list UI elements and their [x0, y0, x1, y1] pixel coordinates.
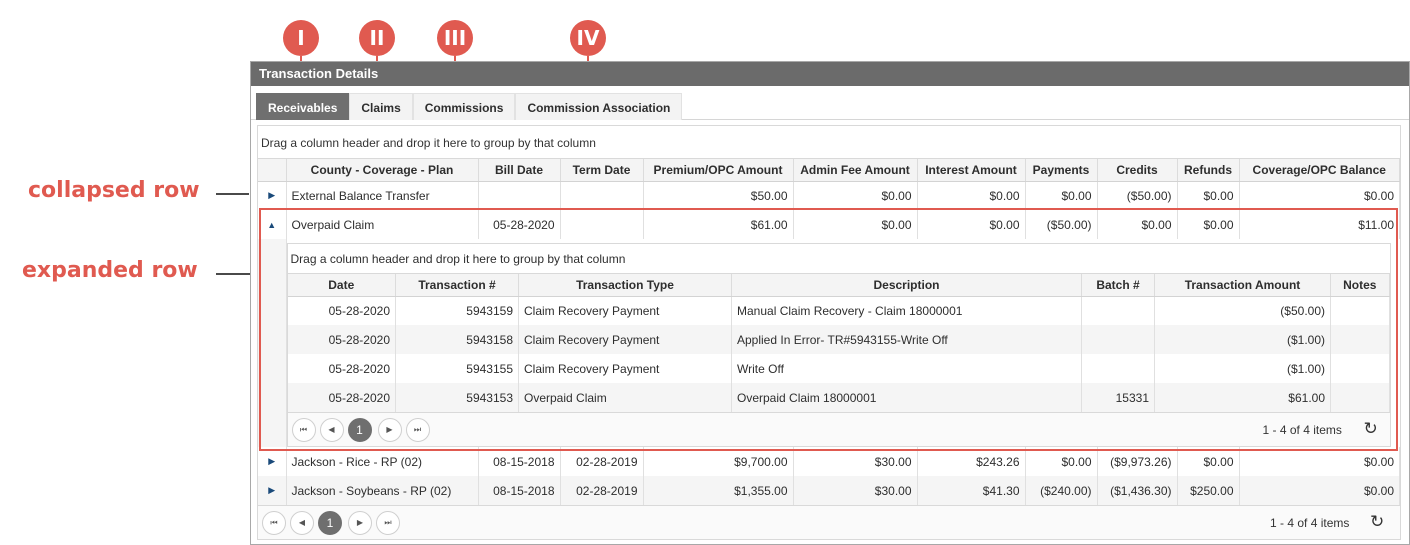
cell: $0.00	[1177, 181, 1240, 210]
col-header[interactable]: Coverage/OPC Balance	[1239, 159, 1400, 182]
col-header[interactable]: Term Date	[560, 159, 644, 182]
cell: $0.00	[1025, 181, 1098, 210]
cell: Jackson - Soybeans - RP (02)	[286, 476, 479, 505]
col-header[interactable]: Payments	[1025, 159, 1098, 182]
collapsed-row-pointer	[216, 193, 249, 195]
tab-strip: Receivables Claims Commissions Commissio…	[251, 86, 1409, 120]
tab-claims[interactable]: Claims	[349, 93, 413, 120]
panel-title: Transaction Details	[251, 62, 1409, 86]
marker-iii: III	[437, 20, 473, 56]
cell	[478, 181, 561, 210]
expander-header	[258, 159, 287, 182]
col-header[interactable]: Interest Amount	[917, 159, 1026, 182]
col-header[interactable]: County - Coverage - Plan	[286, 159, 479, 182]
table-row: ▶ External Balance Transfer $50.00 $0.00…	[258, 181, 1400, 210]
prev-page-icon[interactable]: ◀	[290, 511, 314, 535]
main-pager: ⏮ ◀ 1 ▶ ⏭ 1 - 4 of 4 items ↻	[258, 505, 1400, 539]
tab-commission-association[interactable]: Commission Association	[515, 93, 683, 120]
pager-info: 1 - 4 of 4 items	[1270, 516, 1350, 530]
expand-arrow-icon[interactable]: ▶	[258, 447, 287, 476]
table-row: ▶ Jackson - Soybeans - RP (02) 08-15-201…	[258, 476, 1400, 505]
cell: $9,700.00	[643, 447, 794, 476]
marker-iv: IV	[570, 20, 606, 56]
marker-ii: II	[359, 20, 395, 56]
cell: $0.00	[917, 181, 1026, 210]
col-header[interactable]: Admin Fee Amount	[793, 159, 918, 182]
cell: ($1,436.30)	[1097, 476, 1178, 505]
cell	[560, 181, 644, 210]
expanded-row-highlight	[259, 208, 1398, 451]
page-number-button[interactable]: 1	[318, 511, 342, 535]
collapsed-row-label: collapsed row	[28, 178, 200, 203]
cell: $0.00	[1177, 447, 1240, 476]
cell: $30.00	[793, 447, 918, 476]
cell: $50.00	[643, 181, 794, 210]
marker-i: I	[283, 20, 319, 56]
cell: $0.00	[1239, 447, 1400, 476]
cell: $0.00	[793, 181, 918, 210]
cell: $30.00	[793, 476, 918, 505]
next-page-icon[interactable]: ▶	[348, 511, 372, 535]
expanded-row-label: expanded row	[22, 258, 198, 283]
cell: $1,355.00	[643, 476, 794, 505]
refresh-icon[interactable]: ↻	[1370, 512, 1384, 532]
cell: ($50.00)	[1097, 181, 1178, 210]
group-by-hint: Drag a column header and drop it here to…	[258, 126, 1400, 159]
col-header[interactable]: Bill Date	[478, 159, 561, 182]
tab-receivables[interactable]: Receivables	[256, 93, 350, 120]
expand-arrow-icon[interactable]: ▶	[258, 181, 287, 210]
tab-commissions[interactable]: Commissions	[412, 93, 516, 120]
cell: Jackson - Rice - RP (02)	[286, 447, 479, 476]
col-header[interactable]: Refunds	[1177, 159, 1240, 182]
cell: $0.00	[1239, 476, 1400, 505]
cell: $41.30	[917, 476, 1026, 505]
header-row: County - Coverage - Plan Bill Date Term …	[258, 159, 1400, 182]
col-header[interactable]: Premium/OPC Amount	[643, 159, 794, 182]
col-header[interactable]: Credits	[1097, 159, 1178, 182]
cell: $243.26	[917, 447, 1026, 476]
cell: 02-28-2019	[560, 447, 644, 476]
cell: ($9,973.26)	[1097, 447, 1178, 476]
expand-arrow-icon[interactable]: ▶	[258, 476, 287, 505]
cell: $0.00	[1025, 447, 1098, 476]
cell: 08-15-2018	[478, 476, 561, 505]
first-page-icon[interactable]: ⏮	[262, 511, 286, 535]
cell: External Balance Transfer	[286, 181, 479, 210]
cell: 08-15-2018	[478, 447, 561, 476]
cell: 02-28-2019	[560, 476, 644, 505]
table-row: ▶ Jackson - Rice - RP (02) 08-15-2018 02…	[258, 447, 1400, 476]
cell: ($240.00)	[1025, 476, 1098, 505]
last-page-icon[interactable]: ⏭	[376, 511, 400, 535]
cell: $0.00	[1239, 181, 1400, 210]
cell: $250.00	[1177, 476, 1240, 505]
